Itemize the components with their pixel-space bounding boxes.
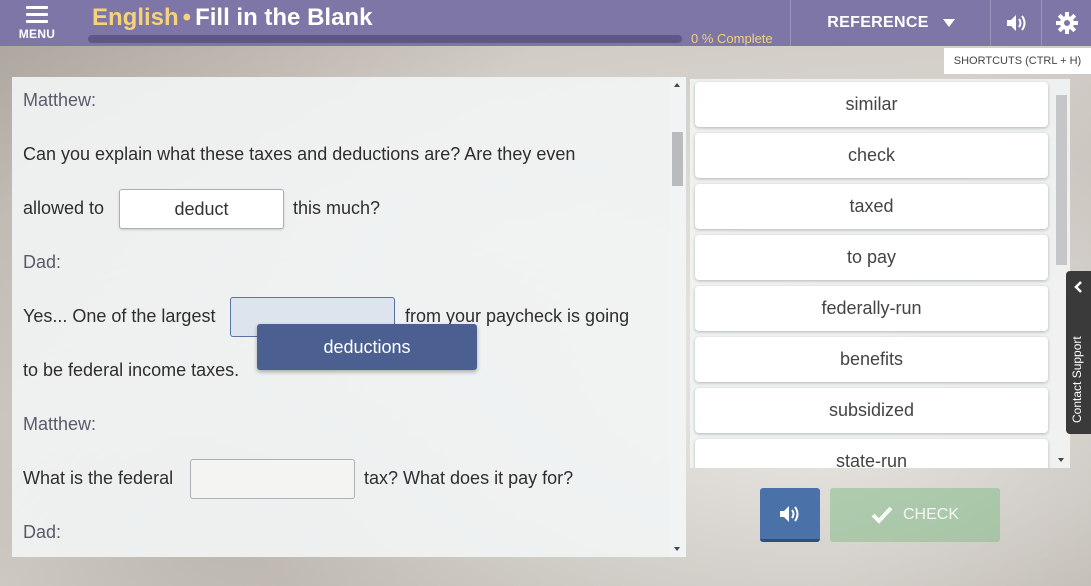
passage-panel: Matthew: Can you explain what these taxe…: [12, 77, 686, 557]
progress-bar: [88, 35, 682, 43]
word-bank: similar check taxed to pay federally-run…: [690, 79, 1070, 468]
check-button[interactable]: CHECK: [830, 488, 1000, 542]
speaker-icon: [780, 505, 799, 522]
word-option[interactable]: federally-run: [695, 286, 1048, 331]
speaker-label: Matthew:: [23, 90, 97, 110]
audio-toggle-button[interactable]: [991, 0, 1041, 46]
word-option[interactable]: to pay: [695, 235, 1048, 280]
subject-label: English: [92, 4, 179, 31]
passage-line: tax? What does it pay for?: [364, 468, 574, 488]
scroll-down-icon[interactable]: [674, 547, 680, 551]
word-option[interactable]: similar: [695, 82, 1048, 127]
passage-line: What is the federal: [23, 468, 174, 488]
speaker-label: Dad:: [23, 522, 62, 542]
passage-line: this much?: [293, 198, 381, 218]
word-option[interactable]: state-run: [695, 439, 1048, 468]
activity-label: Fill in the Blank: [195, 4, 373, 31]
chevron-left-icon: [1074, 281, 1082, 293]
blank-input-1[interactable]: deduct: [119, 189, 284, 229]
passage-line: to be federal income taxes.: [23, 360, 240, 380]
shortcuts-hint: SHORTCUTS (CTRL + H): [944, 48, 1091, 74]
menu-button[interactable]: MENU: [0, 0, 74, 46]
passage-line: allowed to: [23, 198, 105, 218]
checkmark-icon: [871, 506, 893, 524]
contact-support-tab[interactable]: Contact Support: [1066, 271, 1091, 434]
progress-text: 0 % Complete: [691, 31, 773, 46]
contact-support-label: Contact Support: [1070, 336, 1084, 423]
passage-line: Can you explain what these taxes and ded…: [23, 144, 576, 164]
speaker-label: Dad:: [23, 252, 62, 272]
divider: [790, 0, 791, 46]
gear-icon: [1056, 12, 1078, 34]
passage-scrollbar[interactable]: [669, 77, 686, 557]
scroll-thumb[interactable]: [1056, 95, 1067, 265]
scroll-up-icon[interactable]: [674, 83, 680, 87]
menu-label: MENU: [18, 26, 56, 41]
scroll-thumb[interactable]: [672, 132, 683, 186]
word-option[interactable]: check: [695, 133, 1048, 178]
word-option[interactable]: benefits: [695, 337, 1048, 382]
passage-line: Yes... One of the largest: [23, 306, 216, 326]
word-option[interactable]: taxed: [695, 184, 1048, 229]
reference-label: REFERENCE: [827, 14, 929, 31]
speaker-label: Matthew:: [23, 414, 97, 434]
settings-button[interactable]: [1042, 0, 1091, 46]
scroll-down-icon[interactable]: [1058, 458, 1064, 462]
hamburger-icon: [26, 5, 48, 23]
title-separator: •: [182, 4, 192, 31]
reference-dropdown[interactable]: REFERENCE: [792, 0, 990, 46]
page-title: English • Fill in the Blank: [92, 4, 372, 32]
top-bar: MENU English • Fill in the Blank 0 % Compl…: [0, 0, 1091, 46]
caret-down-icon: [942, 19, 955, 27]
word-option[interactable]: subsidized: [695, 388, 1048, 433]
blank-input-3[interactable]: [190, 459, 355, 499]
check-label: CHECK: [902, 506, 959, 523]
play-audio-button[interactable]: [760, 488, 820, 542]
dragging-word-chip[interactable]: deductions: [257, 324, 477, 370]
speaker-icon: [1007, 15, 1026, 31]
